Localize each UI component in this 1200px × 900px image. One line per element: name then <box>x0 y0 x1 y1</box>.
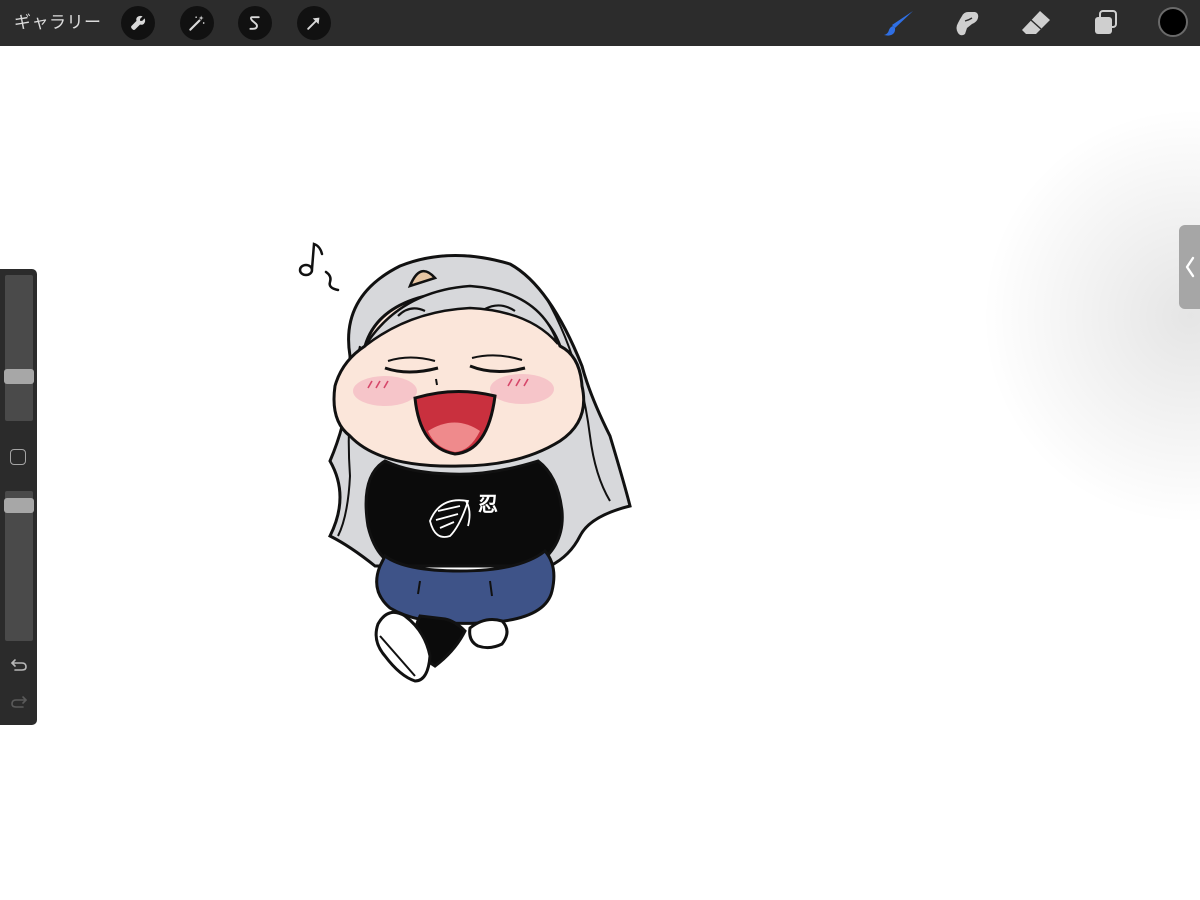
arrow-cursor-icon <box>307 17 320 30</box>
color-picker-button[interactable] <box>1158 7 1188 37</box>
edge-shadow <box>980 106 1200 526</box>
music-note-icon <box>298 242 340 292</box>
gallery-button[interactable]: ギャラリー <box>14 10 102 36</box>
smudge-tool-button[interactable] <box>948 6 984 40</box>
transform-button[interactable] <box>297 6 331 40</box>
brush-size-thumb[interactable] <box>4 369 34 384</box>
brush-tool-button[interactable] <box>881 6 917 40</box>
adjustments-button[interactable] <box>180 6 214 40</box>
chevron-left-icon <box>1185 256 1194 278</box>
undo-button[interactable] <box>6 654 32 676</box>
eraser-icon <box>1022 11 1050 34</box>
smudge-icon <box>956 12 979 36</box>
opacity-thumb[interactable] <box>4 498 34 513</box>
selection-button[interactable] <box>238 6 272 40</box>
magic-wand-icon <box>189 15 205 31</box>
drawing-canvas[interactable]: 忍 <box>0 46 1200 900</box>
modify-button[interactable] <box>10 449 26 465</box>
eraser-tool-button[interactable] <box>1018 6 1054 40</box>
brush-size-slider[interactable] <box>4 275 34 421</box>
reference-panel-handle[interactable] <box>1179 225 1200 309</box>
actions-button[interactable] <box>121 6 155 40</box>
chibi-artwork: 忍 <box>298 242 632 683</box>
layers-icon <box>1095 10 1117 34</box>
brush-icon <box>884 11 913 36</box>
layers-button[interactable] <box>1087 6 1123 40</box>
undo-icon <box>11 659 27 671</box>
wrench-icon <box>130 15 146 31</box>
selection-s-icon <box>249 16 260 30</box>
opacity-slider[interactable] <box>4 491 34 641</box>
redo-button[interactable] <box>6 691 32 713</box>
left-sidebar <box>0 269 37 725</box>
shirt-kanji: 忍 <box>478 492 498 516</box>
top-toolbar: ギャラリー <box>0 0 1200 46</box>
procreate-app: 忍 ギャラリー <box>0 0 1200 900</box>
redo-icon <box>11 696 27 708</box>
